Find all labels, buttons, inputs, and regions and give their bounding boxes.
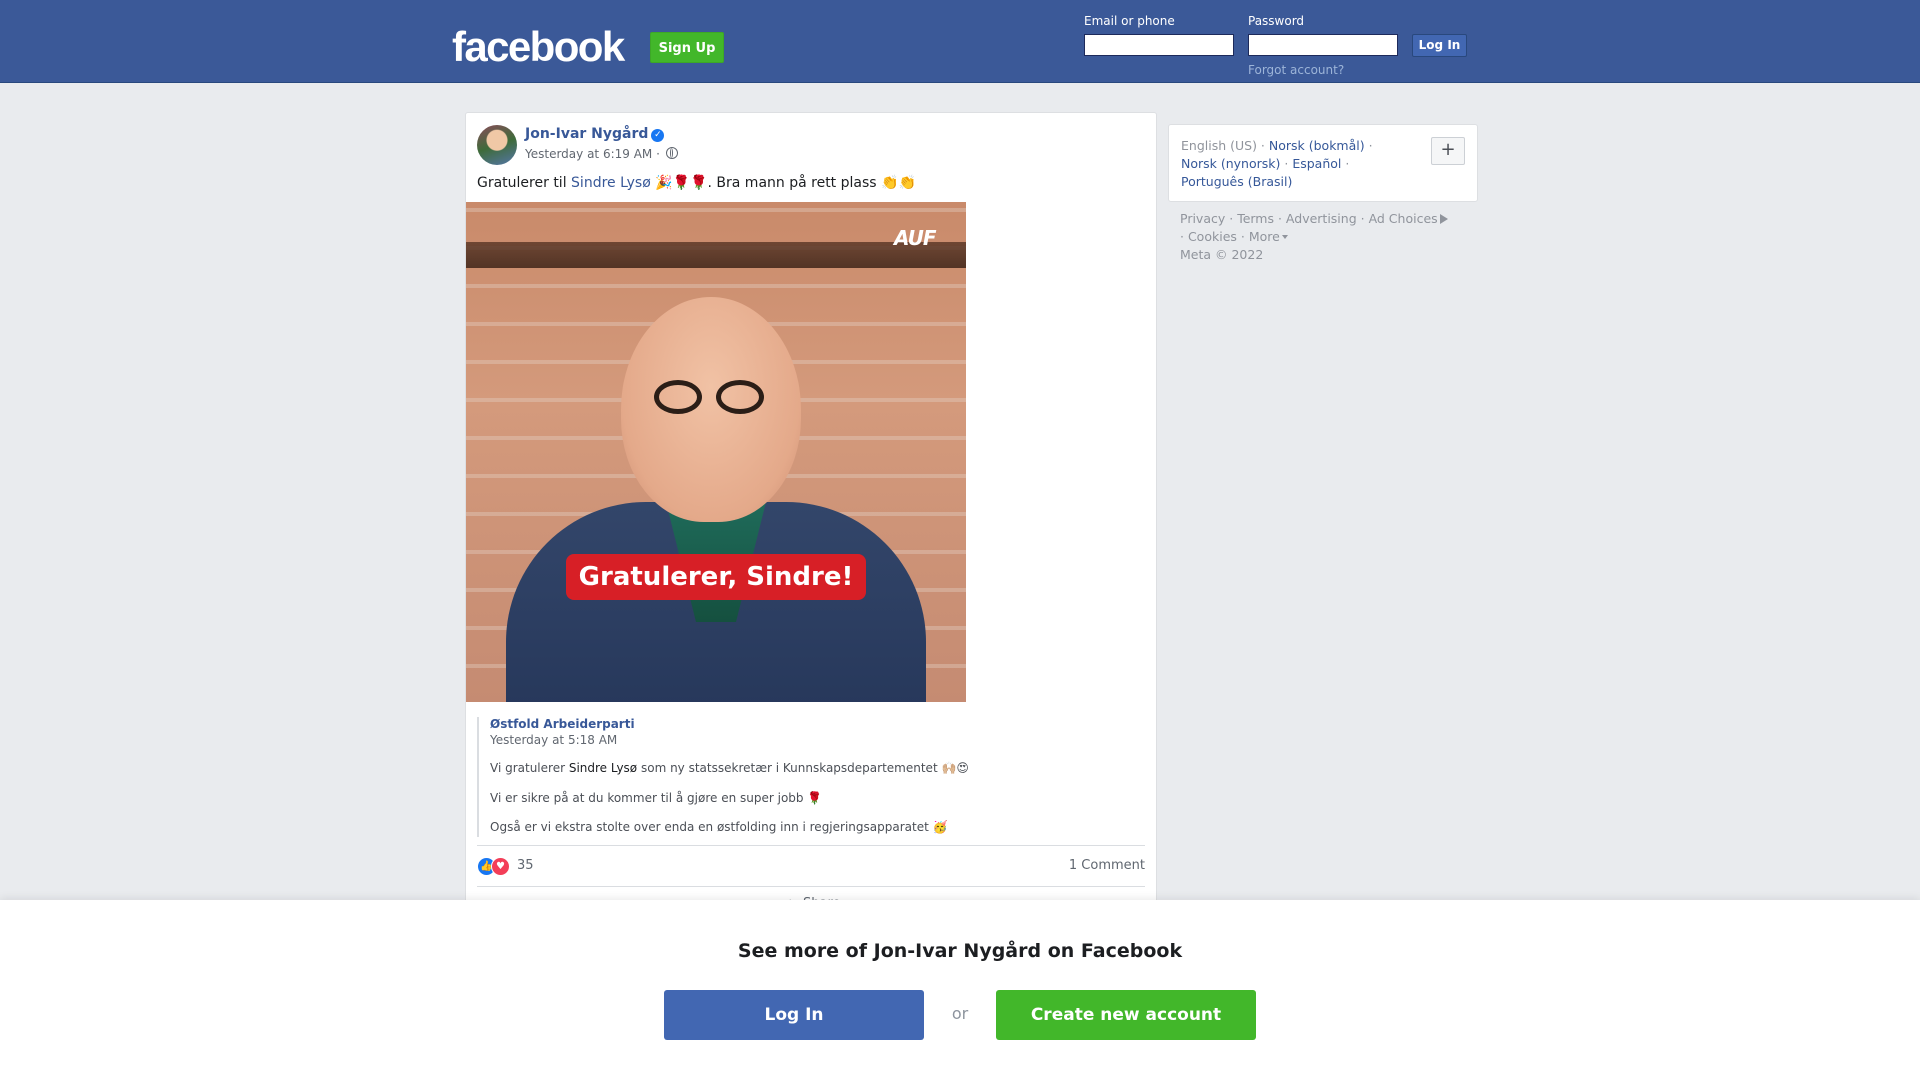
overlay-title: See more of Jon-Ivar Nygård on Facebook [737,940,1183,962]
post-author[interactable]: Jon-Ivar Nygård ✓ [525,126,665,142]
login-prompt-overlay: See more of Jon-Ivar Nygård on Facebook … [0,900,1920,1080]
brick-beam [466,242,966,268]
post-image[interactable]: AUF Gratulerer, Sindre! [466,202,966,702]
password-field[interactable] [1248,34,1398,56]
top-navigation-bar: facebook Sign Up Email or phone Password… [0,0,1920,83]
language-english: English (US) [1181,138,1257,153]
ad-choices-icon [1439,214,1448,224]
facebook-logo[interactable]: facebook [452,22,625,72]
comment-count-link[interactable]: 1 Comment [1069,858,1145,873]
shared-text-line-3: Også er vi ekstra stolte over enda en øs… [490,820,948,834]
shared-text-start: Vi gratulerer [490,761,569,775]
divider [477,886,1145,887]
language-portugues[interactable]: Português (Brasil) [1181,174,1292,189]
more-label: More [1248,229,1280,244]
footer-links: Privacy · Terms · Advertising · Ad Choic… [1180,210,1480,264]
language-norsk-bokmal[interactable]: Norsk (bokmål) [1269,138,1365,153]
shared-page-name[interactable]: Østfold Arbeiderparti [490,717,635,731]
privacy-link[interactable]: Privacy [1180,211,1225,226]
love-icon: ♥ [491,857,510,876]
shared-text-line-1: Vi gratulerer Sindre Lysø som ny statsse… [490,761,969,775]
language-selector-card: English (US) · Norsk (bokmål) · Norsk (n… [1168,124,1478,202]
create-account-button[interactable]: Create new account [996,990,1256,1040]
post-text-end: 🎉🌹🌹. Bra mann på rett plass 👏👏 [650,175,916,191]
timestamp-text[interactable]: Yesterday at 6:19 AM [525,147,652,161]
add-language-button[interactable]: + [1431,137,1465,165]
cookies-link[interactable]: Cookies [1188,229,1237,244]
divider [477,845,1145,846]
post-text: Gratulerer til Sindre Lysø 🎉🌹🌹. Bra mann… [477,175,916,191]
language-espanol[interactable]: Español [1292,156,1341,171]
author-name[interactable]: Jon-Ivar Nygård [525,126,648,142]
avatar[interactable] [477,125,517,165]
post-card: Jon-Ivar Nygård ✓ Yesterday at 6:19 AM · … [465,112,1157,912]
shared-text-end: som ny statssekretær i Kunnskapsdepartem… [637,761,969,775]
language-norsk-nynorsk[interactable]: Norsk (nynorsk) [1181,156,1280,171]
email-label: Email or phone [1084,14,1175,28]
auf-logo: AUF [894,226,936,250]
reaction-count: 35 [517,858,534,873]
overlay-login-button[interactable]: Log In [664,990,924,1040]
password-label: Password [1248,14,1305,28]
post-text-start: Gratulerer til [477,175,572,191]
overlay-or-text: or [951,1004,969,1023]
email-field[interactable] [1084,34,1234,56]
signup-button[interactable]: Sign Up [650,32,724,63]
shared-mention[interactable]: Sindre Lysø [569,761,637,775]
shared-timestamp[interactable]: Yesterday at 5:18 AM [490,733,617,747]
copyright: Meta © 2022 [1180,247,1264,262]
login-button[interactable]: Log In [1412,34,1467,57]
advertising-link[interactable]: Advertising [1286,211,1357,226]
verified-badge-icon: ✓ [651,129,665,142]
caret-down-icon [1281,235,1288,239]
more-link[interactable]: More [1249,229,1288,244]
terms-link[interactable]: Terms [1237,211,1274,226]
language-list: English (US) · Norsk (bokmål) · Norsk (n… [1181,138,1373,189]
globe-icon [665,147,678,159]
shared-post: Østfold Arbeiderparti Yesterday at 5:18 … [477,717,1019,837]
image-banner: Gratulerer, Sindre! [566,554,866,600]
person-glasses [654,380,774,416]
ad-choices-label: Ad Choices [1368,211,1438,226]
mention-link[interactable]: Sindre Lysø [571,175,651,191]
post-timestamp: Yesterday at 6:19 AM · [525,147,678,161]
forgot-account-link[interactable]: Forgot account? [1248,63,1344,77]
ad-choices-link[interactable]: Ad Choices [1369,211,1448,226]
shared-text-line-2: Vi er sikre på at du kommer til å gjøre … [490,791,823,805]
